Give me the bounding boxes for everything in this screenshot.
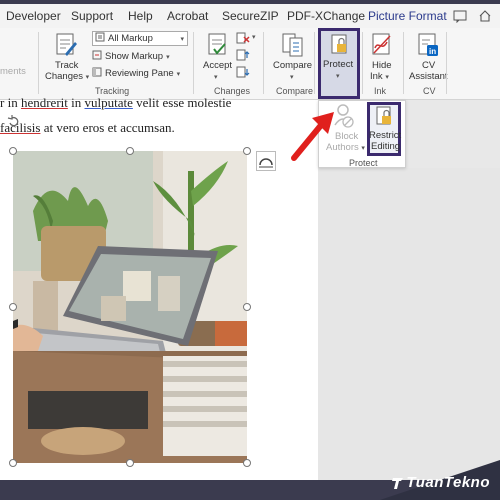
compare-group-label: Compare — [276, 86, 314, 96]
share-icon[interactable] — [478, 9, 492, 23]
resize-handle[interactable] — [243, 303, 251, 311]
rotate-handle-icon[interactable] — [7, 115, 21, 132]
next-change-icon[interactable] — [236, 66, 250, 81]
workspace-photo — [13, 151, 247, 463]
show-markup-label: Show Markup — [105, 51, 164, 62]
ribbon: ments Track Changes ▾ All Markup ▾ Show … — [0, 28, 500, 100]
ink-group-label: Ink — [374, 86, 387, 96]
resize-handle[interactable] — [126, 459, 134, 467]
selected-image[interactable] — [13, 151, 247, 463]
svg-text:in: in — [429, 47, 436, 56]
hide-ink-button[interactable]: Hide Ink ▾ — [366, 28, 398, 84]
group-separator — [446, 32, 447, 94]
restrict-editing-icon — [375, 105, 395, 132]
reviewing-pane-button[interactable]: Reviewing Pane ▾ — [92, 67, 180, 80]
chevron-down-icon: ▾ — [214, 74, 218, 81]
show-markup-button[interactable]: Show Markup ▾ — [92, 50, 170, 63]
brand-logo-icon — [392, 476, 404, 493]
ribbon-tab-row: Developer Support Help Acrobat SecureZIP… — [0, 4, 500, 28]
doc-text-line-2: facilisis at vero eros et accumsan. — [0, 120, 175, 135]
show-markup-icon — [92, 50, 102, 63]
resize-handle[interactable] — [243, 147, 251, 155]
compare-icon — [281, 32, 305, 61]
reviewing-pane-icon — [92, 67, 102, 80]
tab-picture-format[interactable]: Picture Format — [368, 9, 447, 23]
markup-select[interactable]: All Markup ▾ — [92, 31, 188, 46]
chevron-down-icon: ▾ — [176, 70, 181, 78]
tab-developer[interactable]: Developer — [6, 9, 61, 23]
tab-help[interactable]: Help — [128, 9, 153, 23]
protect-button[interactable]: Protect ▾ — [318, 28, 360, 99]
comments-group-label-partial: ments — [0, 66, 26, 77]
restrict-editing-button[interactable]: Restrict Editing — [367, 102, 401, 156]
brand-text: TuanTekno — [406, 474, 490, 491]
compare-label: Compare — [273, 60, 313, 71]
chevron-down-icon[interactable]: ▾ — [252, 33, 256, 41]
resize-handle[interactable] — [126, 147, 134, 155]
resize-handle[interactable] — [9, 147, 17, 155]
tab-support[interactable]: Support — [71, 9, 113, 23]
group-separator — [38, 32, 39, 94]
reject-icon[interactable] — [236, 32, 250, 47]
hide-ink-label-line2: Ink ▾ — [370, 71, 389, 82]
cv-assistant-button[interactable]: in CV Assistant — [406, 28, 450, 84]
accept-icon — [206, 32, 230, 61]
compare-button[interactable]: Compare ▾ — [270, 28, 316, 84]
protect-icon — [330, 33, 350, 60]
cv-label-line1: CV — [422, 60, 436, 71]
resize-handle[interactable] — [9, 303, 17, 311]
tab-securezip[interactable]: SecureZIP — [222, 9, 279, 23]
layout-options-icon[interactable] — [256, 151, 276, 171]
group-separator — [362, 32, 363, 94]
group-separator — [263, 32, 264, 94]
restrict-label-line1: Restrict — [369, 130, 402, 141]
track-label-line2: Changes ▾ — [45, 71, 90, 82]
accept-label: Accept — [203, 60, 233, 71]
chevron-down-icon: ▾ — [290, 74, 294, 81]
markup-select-value: All Markup — [108, 33, 153, 44]
previous-change-icon[interactable] — [236, 49, 250, 64]
track-changes-icon — [54, 32, 78, 61]
cv-group-label: CV — [423, 86, 436, 96]
group-separator — [193, 32, 194, 94]
comments-icon[interactable] — [453, 9, 467, 24]
doc-text-line-1: r in hendrerit in vulputate velit esse m… — [0, 95, 232, 110]
reviewing-pane-label: Reviewing Pane — [105, 68, 174, 79]
resize-handle[interactable] — [243, 459, 251, 467]
group-separator — [314, 32, 315, 94]
cv-label-line2: Assistant — [409, 71, 448, 82]
accept-button[interactable]: Accept ▾ — [200, 28, 236, 84]
protect-group-label: Protect — [349, 158, 378, 168]
tab-pdf-xchange[interactable]: PDF-XChange — [287, 9, 365, 23]
track-changes-button[interactable]: Track Changes ▾ — [44, 28, 90, 84]
chevron-down-icon: ▾ — [166, 53, 170, 61]
hide-ink-icon — [370, 32, 394, 61]
linkedin-icon: in — [416, 32, 440, 61]
markup-icon — [95, 32, 105, 45]
chevron-down-icon: ▾ — [180, 35, 184, 43]
protect-label: Protect — [323, 59, 354, 70]
chevron-down-icon: ▾ — [336, 73, 340, 80]
resize-handle[interactable] — [9, 459, 17, 467]
group-separator — [403, 32, 404, 94]
hide-ink-label-line1: Hide — [372, 60, 392, 71]
tab-acrobat[interactable]: Acrobat — [167, 9, 208, 23]
track-label-line1: Track — [55, 60, 79, 71]
restrict-label-line2: Editing — [371, 141, 401, 152]
red-arrow-annotation — [288, 108, 342, 167]
document-background — [318, 168, 500, 480]
